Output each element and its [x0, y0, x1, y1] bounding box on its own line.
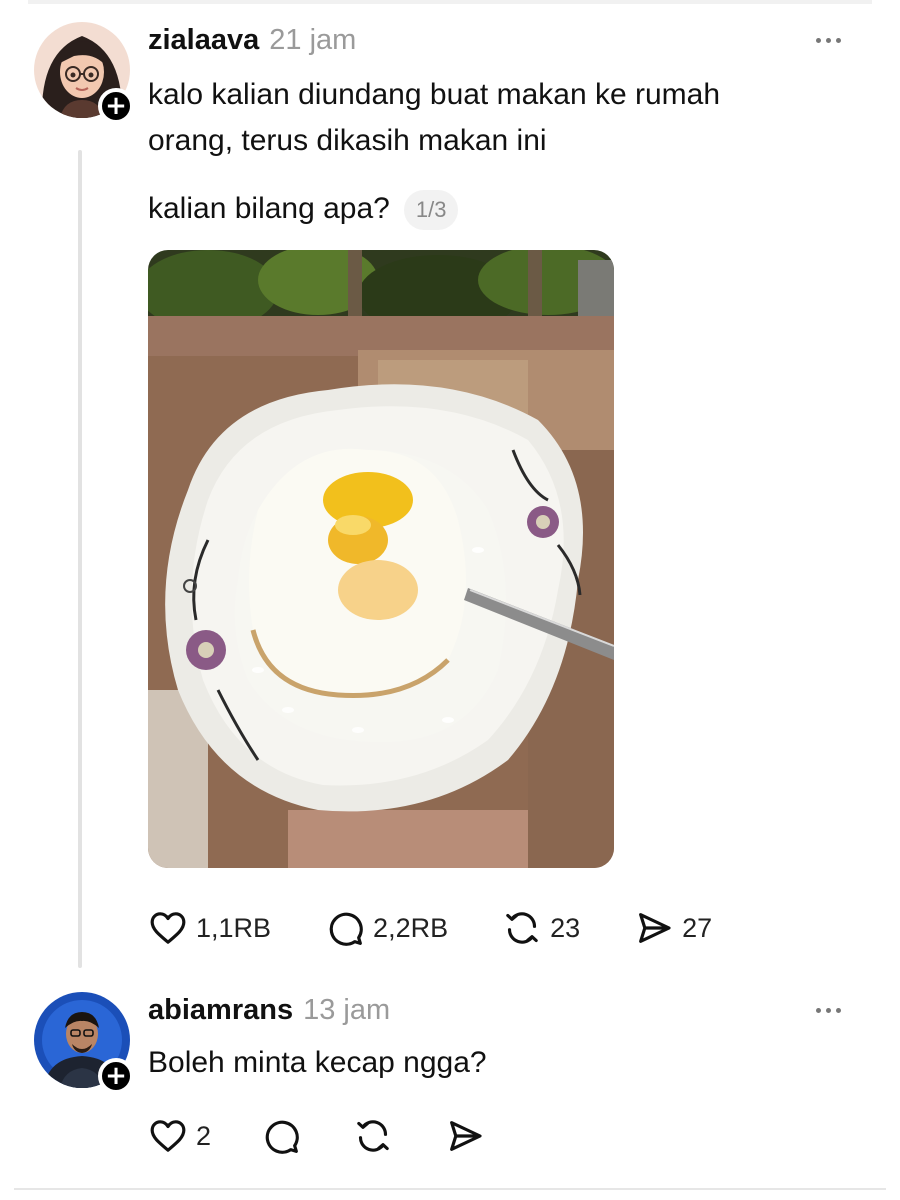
post-image[interactable] [148, 250, 614, 868]
reply-button[interactable]: 2,2RB [325, 908, 448, 948]
reply-follow-button[interactable]: + [98, 1058, 134, 1094]
repost-count: 23 [550, 912, 581, 943]
like-count: 1,1RB [196, 912, 272, 943]
heart-icon [150, 912, 186, 944]
reply-more-icon[interactable] [816, 1008, 841, 1013]
post-text-line-3: kalian bilang apa? 1/3 [148, 188, 459, 231]
repost-button[interactable]: 23 [502, 908, 580, 948]
post-text-line-1: kalo kalian diundang buat makan ke rumah [148, 78, 721, 111]
top-divider [28, 0, 872, 4]
reply-like-button[interactable]: 2 [148, 1116, 211, 1156]
reply-like-count: 2 [196, 1120, 212, 1151]
send-paper-plane-icon [639, 913, 671, 943]
repost-arrows-icon [506, 912, 538, 944]
reply-text: Boleh minta kecap ngga? [148, 1046, 487, 1079]
image-pager-badge: 1/3 [403, 190, 459, 231]
repost-arrows-icon [357, 1120, 389, 1152]
reply-actions: 2 [148, 1116, 485, 1156]
bottom-divider [14, 1188, 886, 1190]
send-paper-plane-icon [450, 1121, 482, 1151]
username[interactable]: zialaava [148, 24, 259, 57]
timestamp: 21 jam [269, 24, 357, 56]
heart-icon [150, 1120, 186, 1152]
share-count: 27 [682, 912, 713, 943]
follow-button[interactable]: + [98, 88, 134, 124]
reply-count: 2,2RB [373, 912, 449, 943]
more-icon[interactable] [816, 38, 841, 43]
comment-bubble-icon [329, 912, 363, 946]
comment-bubble-icon [265, 1120, 299, 1154]
post-actions: 1,1RB 2,2RB 23 27 [148, 908, 712, 948]
thread-line [78, 150, 82, 968]
share-button[interactable]: 27 [634, 908, 712, 948]
reply-comment-button[interactable] [261, 1116, 301, 1156]
reply-username[interactable]: abiamrans [148, 994, 293, 1027]
reply-repost-button[interactable] [353, 1116, 393, 1156]
reply-share-button[interactable] [445, 1116, 485, 1156]
post-header: zialaava 21 jam [148, 24, 356, 57]
reply-header: abiamrans 13 jam [148, 994, 390, 1027]
post-text-line-2: orang, terus dikasih makan ini [148, 124, 547, 157]
like-button[interactable]: 1,1RB [148, 908, 271, 948]
reply-timestamp: 13 jam [303, 994, 391, 1026]
post-question: kalian bilang apa? [148, 192, 390, 225]
